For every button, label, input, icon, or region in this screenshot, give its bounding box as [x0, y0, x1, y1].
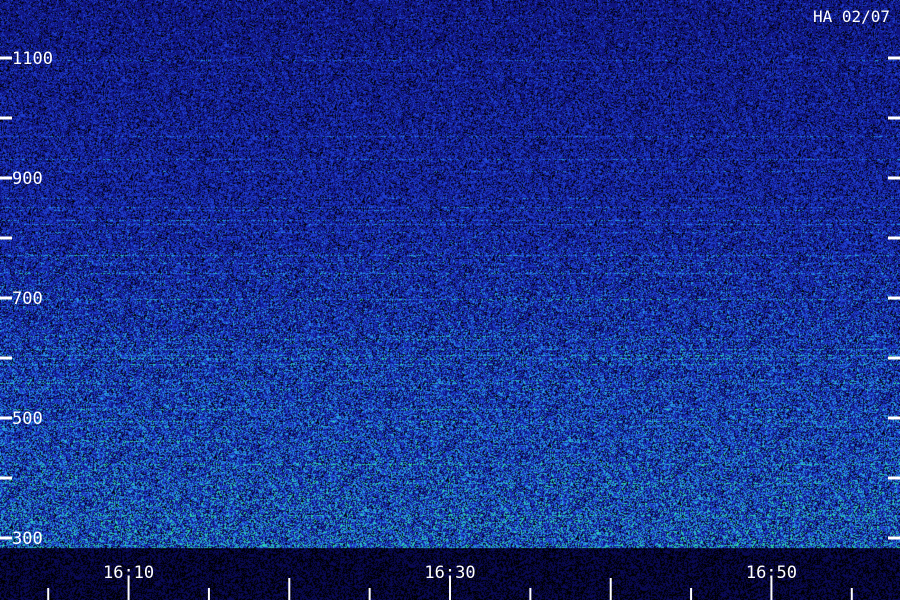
spectrogram-chart: 1100 900 700 500 300 16:10 16:30 16:50 HA 02/0…: [0, 0, 900, 600]
x-axis: 16:10 16:30 16:50: [47, 563, 853, 600]
y-axis: 1100 900 700 500 300: [0, 49, 900, 549]
station-label: HA 02/07: [813, 7, 890, 26]
x-tick-label: 16:50: [746, 563, 797, 583]
axes-overlay: 1100 900 700 500 300 16:10 16:30 16:50 HA 02/0…: [0, 7, 900, 600]
y-tick-label: 300: [12, 529, 43, 549]
x-tick-label: 16:30: [424, 563, 475, 583]
y-tick-label: 700: [12, 289, 43, 309]
y-tick-label: 500: [12, 409, 43, 429]
x-tick-label: 16:10: [103, 563, 154, 583]
y-tick-label: 1100: [12, 49, 53, 69]
y-tick-label: 900: [12, 169, 43, 189]
